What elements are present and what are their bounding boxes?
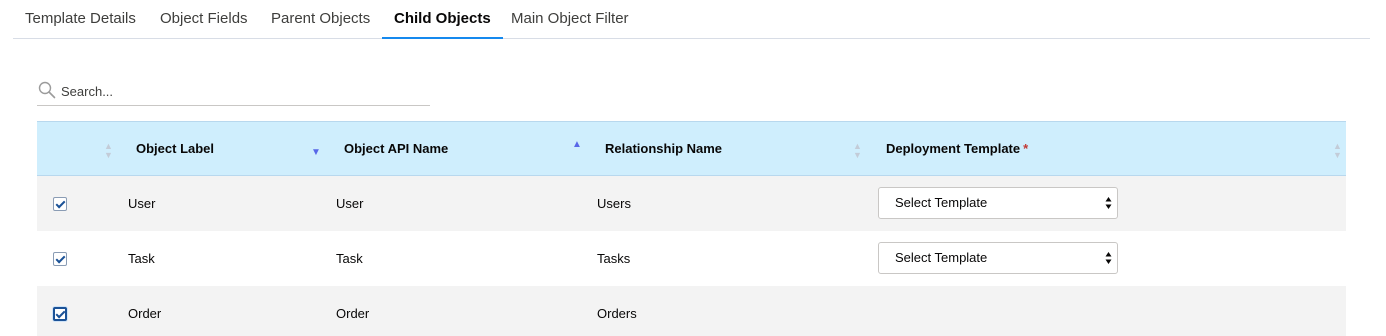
sort-ascending-icon[interactable]: ▲ — [572, 140, 582, 150]
cell-object-label: Order — [128, 306, 162, 321]
column-header-object-api-name[interactable]: Object API Name — [344, 122, 448, 176]
tab-child-objects[interactable]: Child Objects — [382, 0, 503, 39]
deployment-template-select[interactable]: Select Template — [878, 187, 1118, 219]
search-icon — [38, 81, 56, 99]
select-column-sort-icon[interactable]: ▲ ▼ — [104, 142, 113, 160]
select-arrows-icon — [1105, 197, 1112, 209]
table-row: Task Task Tasks Select Template — [37, 231, 1346, 286]
cell-object-label: Task — [128, 251, 155, 266]
search-input[interactable] — [61, 80, 421, 102]
select-value: Select Template — [895, 195, 988, 210]
select-value: Select Template — [895, 250, 988, 265]
tab-bar: Template Details Object Fields Parent Ob… — [13, 0, 1370, 39]
table-header: ▲ ▼ Object Label ▼ Object API Name ▲ Rela… — [37, 121, 1346, 176]
table-row: User User Users Select Template — [37, 176, 1346, 231]
cell-object-api-name: User — [336, 196, 364, 211]
cell-object-api-name: Task — [336, 251, 363, 266]
relationship-sort-icon[interactable]: ▲ ▼ — [853, 142, 862, 160]
search-box — [37, 78, 430, 106]
tab-template-details[interactable]: Template Details — [13, 0, 148, 39]
required-indicator: * — [1023, 141, 1029, 156]
cell-object-label: User — [128, 196, 156, 211]
row-checkbox[interactable] — [53, 197, 67, 211]
column-header-object-label[interactable]: Object Label — [136, 122, 214, 176]
tab-parent-objects[interactable]: Parent Objects — [259, 0, 382, 39]
deployment-template-select[interactable]: Select Template — [878, 242, 1118, 274]
cell-relationship-name: Users — [597, 196, 631, 211]
deployment-template-label: Deployment Template — [886, 141, 1021, 156]
tab-object-fields[interactable]: Object Fields — [148, 0, 260, 39]
sort-descending-icon[interactable]: ▼ — [311, 148, 321, 158]
select-arrows-icon — [1105, 252, 1112, 264]
row-checkbox[interactable] — [53, 252, 67, 266]
table-row: Order Order Orders — [37, 286, 1346, 336]
row-checkbox[interactable] — [53, 307, 67, 321]
deployment-sort-icon[interactable]: ▲ ▼ — [1333, 142, 1342, 160]
child-objects-table: ▲ ▼ Object Label ▼ Object API Name ▲ Rela… — [37, 121, 1346, 336]
cell-object-api-name: Order — [336, 306, 370, 321]
cell-relationship-name: Tasks — [597, 251, 631, 266]
cell-relationship-name: Orders — [597, 306, 637, 321]
tab-main-object-filter[interactable]: Main Object Filter — [499, 0, 641, 39]
column-header-deployment-template[interactable]: Deployment Template * — [886, 122, 1028, 176]
column-header-relationship-name[interactable]: Relationship Name — [605, 122, 722, 176]
